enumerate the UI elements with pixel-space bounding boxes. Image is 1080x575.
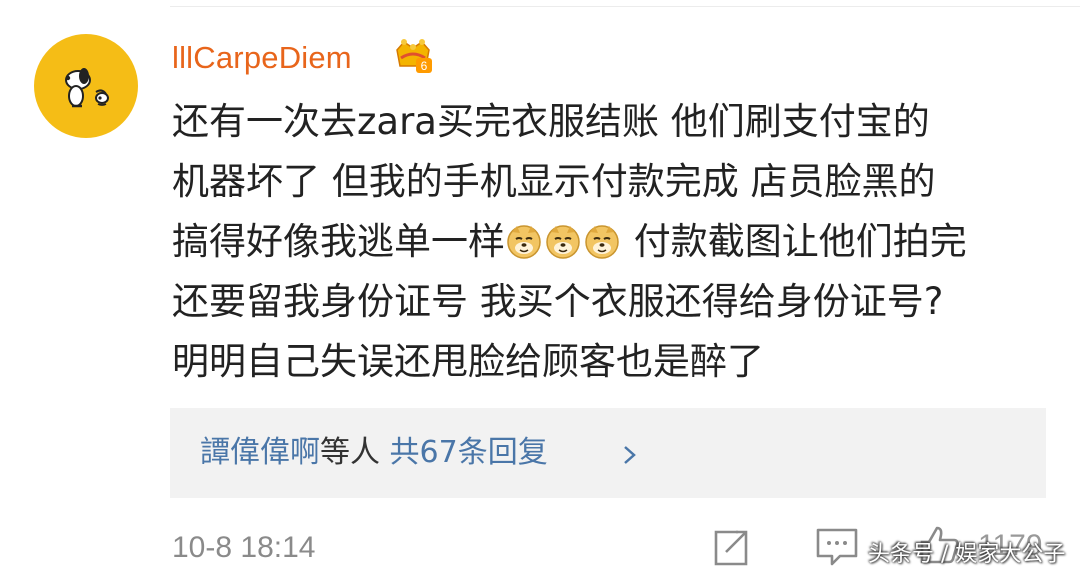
comment-line-3a: 搞得好像我逃单一样 bbox=[172, 220, 505, 263]
crown-badge-icon: 6 bbox=[396, 39, 432, 73]
doge-emoji-icon bbox=[507, 225, 541, 259]
comment-line-5: 明明自己失误还甩脸给顾客也是醉了 bbox=[172, 340, 764, 383]
reply-summary-text[interactable]: 譚偉偉啊等人 共67条回复 bbox=[200, 432, 548, 474]
comment-line-2: 机器坏了 但我的手机显示付款完成 店员脸黑的 bbox=[172, 160, 936, 203]
timestamp: 10-8 18:14 bbox=[172, 531, 316, 564]
doge-emoji-icon bbox=[585, 225, 619, 259]
comment-icon[interactable] bbox=[814, 526, 860, 568]
watermark: 头条号 / 娱家大公子 bbox=[868, 542, 1066, 567]
chevron-right-icon[interactable] bbox=[622, 444, 638, 466]
username[interactable]: lllCarpeDiem bbox=[172, 38, 352, 78]
replier-name[interactable]: 譚偉偉啊 bbox=[200, 435, 320, 470]
reply-middle: 等人 bbox=[320, 435, 380, 470]
comment-line-3b: 付款截图让他们拍完 bbox=[622, 220, 967, 263]
share-icon[interactable] bbox=[710, 528, 752, 568]
comment-text: 还有一次去zara买完衣服结账 他们刷支付宝的 机器坏了 但我的手机显示付款完成… bbox=[172, 92, 1052, 392]
comment-line-4: 还要留我身份证号 我买个衣服还得给身份证号? bbox=[172, 280, 944, 323]
badge-level: 6 bbox=[421, 59, 428, 73]
snoopy-avatar-icon bbox=[65, 68, 109, 108]
top-divider bbox=[170, 6, 1080, 7]
avatar[interactable] bbox=[34, 34, 138, 138]
doge-emoji-icon bbox=[546, 225, 580, 259]
reply-summary-box[interactable]: 譚偉偉啊等人 共67条回复 bbox=[170, 408, 1046, 498]
comment-line-3: 搞得好像我逃单一样 付款截图让他们拍完 bbox=[172, 212, 1052, 272]
reply-count[interactable]: 共67条回复 bbox=[390, 435, 548, 470]
comment-line-1: 还有一次去zara买完衣服结账 他们刷支付宝的 bbox=[172, 100, 930, 143]
